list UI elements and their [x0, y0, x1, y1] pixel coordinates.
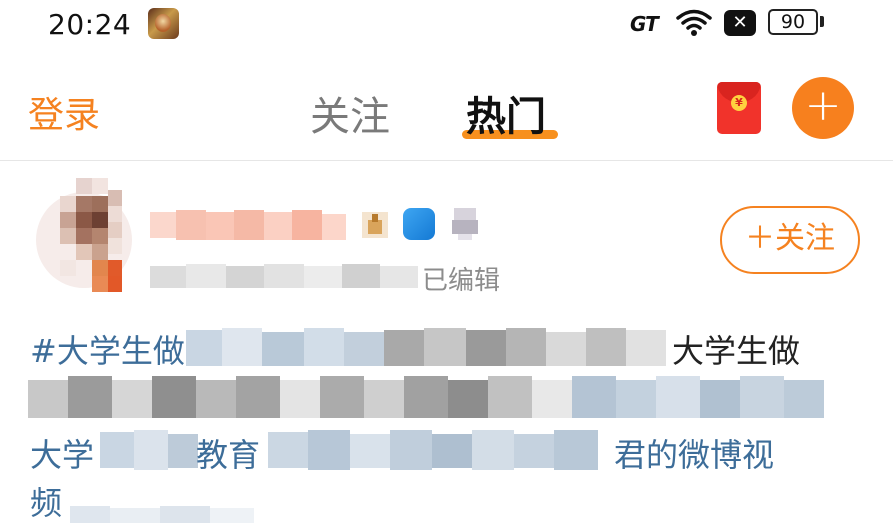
- post-link-fragment-2[interactable]: 教育: [196, 430, 260, 476]
- no-sim-icon: ✕: [724, 10, 756, 36]
- post-text-redacted-3a: [100, 430, 198, 470]
- post-text-redacted-1: [186, 328, 666, 366]
- tab-follow[interactable]: 关注: [310, 84, 390, 142]
- game-app-icon: [148, 8, 179, 39]
- carrier-label: GT: [630, 12, 659, 36]
- tab-hot[interactable]: 热门: [466, 84, 546, 142]
- top-nav: 登录 关注 热门 ¥ +: [0, 52, 893, 161]
- post-video-link[interactable]: 君的微博视: [614, 430, 774, 476]
- author-meta-redacted: [150, 264, 418, 288]
- status-time: 20:24: [48, 8, 132, 41]
- verified-badge-icon: [403, 208, 435, 240]
- red-packet-coin: ¥: [731, 95, 747, 111]
- battery-icon: 90: [768, 9, 818, 35]
- avatar-pixelated: [36, 178, 132, 292]
- post-text-redacted-3b: [268, 430, 598, 470]
- post-text-redacted-2: [28, 376, 824, 418]
- edited-label: 已编辑: [422, 266, 501, 296]
- post-text-redacted-4: [70, 506, 254, 523]
- post-video-link-end[interactable]: 频: [30, 478, 62, 524]
- author-name-redacted[interactable]: [150, 208, 350, 242]
- avatar[interactable]: [32, 178, 136, 298]
- battery-level: 90: [780, 11, 806, 33]
- level-badge-icon: [452, 208, 478, 240]
- red-packet-icon[interactable]: ¥: [717, 82, 761, 134]
- login-link[interactable]: 登录: [28, 86, 100, 138]
- wifi-icon: [676, 9, 712, 36]
- follow-button[interactable]: ＋关注: [720, 206, 860, 274]
- battery-cap: [820, 16, 824, 27]
- post-link-fragment-1[interactable]: 大学: [30, 430, 94, 476]
- crown-badge-icon: [362, 212, 388, 238]
- topic-hashtag-text[interactable]: #大学生做: [30, 326, 185, 372]
- add-icon[interactable]: +: [792, 77, 854, 139]
- status-bar: 20:24 GT ✕ 90: [0, 0, 893, 52]
- post-text-fragment-1: 大学生做: [672, 332, 801, 370]
